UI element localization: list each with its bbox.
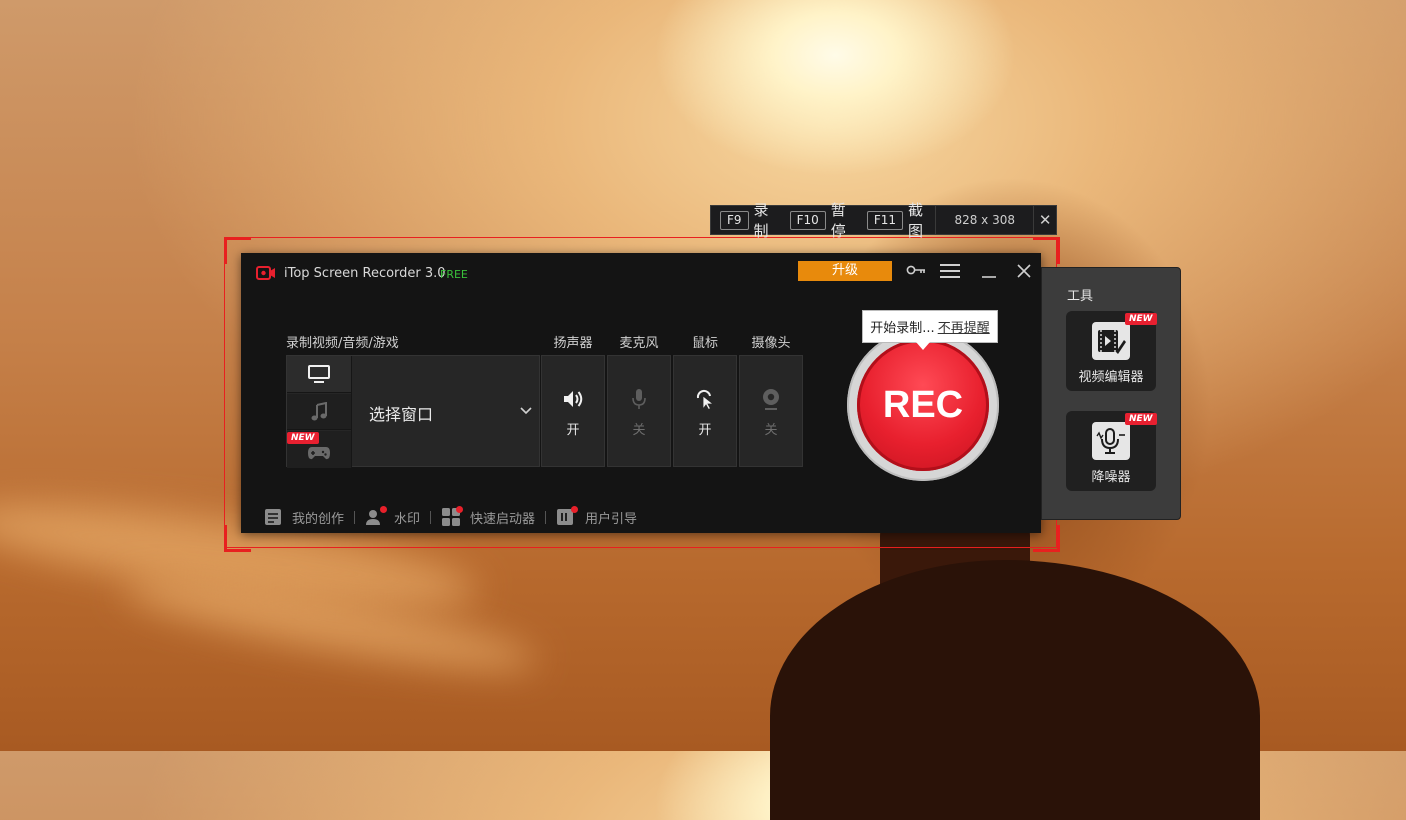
mouse-click-icon bbox=[696, 389, 715, 410]
hotkey-key-pause: F10 bbox=[789, 210, 826, 230]
mode-divider bbox=[351, 356, 352, 468]
bottom-divider bbox=[545, 510, 547, 524]
noise-reducer-label: 降噪器 bbox=[1091, 470, 1131, 485]
selection-dimensions: 828 x 308 bbox=[935, 205, 1033, 235]
rec-button-ring[interactable]: REC bbox=[847, 329, 999, 481]
mouse-state: 开 bbox=[698, 423, 712, 438]
monitor-icon bbox=[308, 365, 330, 383]
bottom-divider bbox=[354, 510, 356, 524]
user-guide-icon bbox=[556, 506, 579, 527]
tooltip-text: 开始录制... bbox=[870, 321, 935, 336]
noise-reducer-tool[interactable]: NEW 降噪器 bbox=[1066, 411, 1157, 491]
gamepad-icon bbox=[308, 446, 330, 459]
license-key-icon[interactable] bbox=[906, 264, 926, 276]
close-icon[interactable] bbox=[1016, 263, 1032, 279]
tooltip-arrow bbox=[916, 342, 930, 350]
my-creations-icon bbox=[265, 509, 281, 525]
noise-reducer-new-tag: NEW bbox=[1125, 413, 1157, 425]
bottom-links-bar: 我的创作 水印 快速启动器 用户引导 bbox=[263, 506, 638, 527]
menu-icon[interactable] bbox=[939, 263, 961, 279]
app-logo-icon bbox=[256, 266, 275, 280]
background-silhouette-body bbox=[770, 560, 1260, 820]
watermark-icon bbox=[365, 506, 388, 527]
quick-launcher-badge-dot bbox=[456, 506, 464, 513]
bottom-divider bbox=[430, 510, 432, 524]
hotkey-label-screenshot: 截图 bbox=[907, 201, 923, 240]
microphone-toggle[interactable]: 关 bbox=[607, 355, 671, 467]
selection-edge-left[interactable] bbox=[224, 237, 225, 548]
video-editor-tool[interactable]: NEW 视频编辑器 bbox=[1066, 311, 1157, 391]
start-recording-tooltip: 开始录制... 不再提醒 bbox=[862, 310, 998, 343]
user-guide-badge-dot bbox=[571, 506, 579, 513]
speaker-label: 扬声器 bbox=[553, 336, 593, 351]
hotkey-label-pause: 暂停 bbox=[830, 201, 846, 240]
microphone-icon bbox=[632, 389, 646, 409]
mouse-toggle[interactable]: 开 bbox=[673, 355, 737, 467]
video-editor-icon bbox=[1092, 322, 1130, 360]
hotkey-label-record: 录制 bbox=[753, 201, 769, 240]
noise-reducer-icon bbox=[1092, 422, 1130, 460]
hotkey-bar-close-button[interactable]: ✕ bbox=[1033, 205, 1056, 235]
webcam-icon bbox=[763, 389, 779, 410]
user-guide-label: 用户引导 bbox=[585, 511, 638, 527]
quick-launcher-icon bbox=[441, 506, 464, 527]
upgrade-button[interactable]: 升级 bbox=[798, 261, 892, 281]
mode-audio-button[interactable] bbox=[287, 394, 351, 430]
hotkey-bar: F9 录制 F10 暂停 F11 截图 828 x 308 ✕ bbox=[710, 201, 1057, 240]
chevron-down-icon[interactable] bbox=[520, 407, 532, 415]
watermark-link[interactable]: 水印 bbox=[365, 506, 421, 527]
microphone-state: 关 bbox=[632, 423, 646, 438]
mouse-label: 鼠标 bbox=[691, 336, 718, 351]
mode-screen-button[interactable] bbox=[287, 356, 351, 393]
rec-label: REC bbox=[882, 383, 964, 426]
free-badge: FREE bbox=[440, 268, 468, 281]
hotkey-key-record: F9 bbox=[720, 210, 749, 230]
minimize-icon[interactable] bbox=[981, 265, 997, 279]
record-mode-label: 录制视频/音频/游戏 bbox=[286, 336, 399, 351]
speaker-state: 开 bbox=[566, 423, 580, 438]
speaker-toggle[interactable]: 开 bbox=[541, 355, 605, 467]
quick-launcher-label: 快速启动器 bbox=[470, 511, 536, 527]
hotkey-key-screenshot: F11 bbox=[866, 210, 903, 230]
music-note-icon bbox=[311, 401, 327, 420]
webcam-state: 关 bbox=[764, 423, 778, 438]
app-title: iTop Screen Recorder 3.0 bbox=[284, 266, 446, 281]
tools-panel: 工具 NEW 视频编辑器 NEW 降噪器 bbox=[1041, 267, 1181, 520]
tools-title: 工具 bbox=[1067, 289, 1094, 304]
webcam-label: 摄像头 bbox=[751, 336, 791, 351]
microphone-label: 麦克风 bbox=[619, 336, 659, 351]
selection-edge-bottom[interactable] bbox=[224, 547, 1057, 548]
speaker-icon bbox=[564, 391, 583, 407]
watermark-badge-dot bbox=[380, 506, 388, 513]
video-editor-label: 视频编辑器 bbox=[1078, 370, 1144, 385]
game-mode-new-tag: NEW bbox=[287, 432, 319, 444]
select-window-dropdown[interactable]: 选择窗口 bbox=[369, 401, 433, 425]
quick-launcher-link[interactable]: 快速启动器 bbox=[441, 506, 536, 527]
video-editor-new-tag: NEW bbox=[1125, 313, 1157, 325]
record-mode-panel: NEW 选择窗口 bbox=[286, 355, 540, 468]
webcam-toggle[interactable]: 关 bbox=[739, 355, 803, 467]
my-creations-link[interactable]: 我的创作 bbox=[263, 507, 344, 527]
user-guide-link[interactable]: 用户引导 bbox=[556, 506, 638, 527]
rec-button[interactable]: REC bbox=[857, 339, 989, 471]
watermark-label: 水印 bbox=[394, 511, 421, 527]
my-creations-label: 我的创作 bbox=[292, 511, 345, 527]
dont-remind-link[interactable]: 不再提醒 bbox=[938, 317, 990, 336]
